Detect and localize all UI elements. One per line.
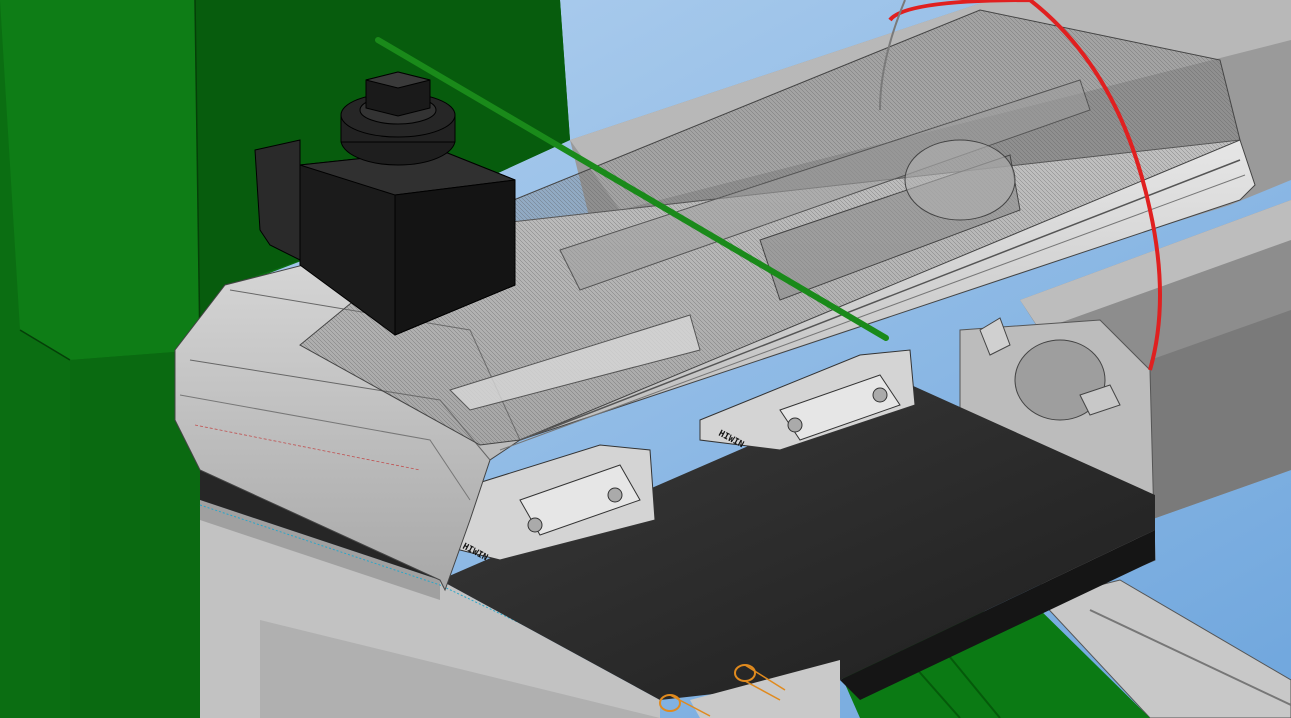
cad-3d-viewport[interactable]: HIWIN HIWIN	[0, 0, 1291, 718]
cad-scene[interactable]: HIWIN HIWIN	[0, 0, 1291, 718]
